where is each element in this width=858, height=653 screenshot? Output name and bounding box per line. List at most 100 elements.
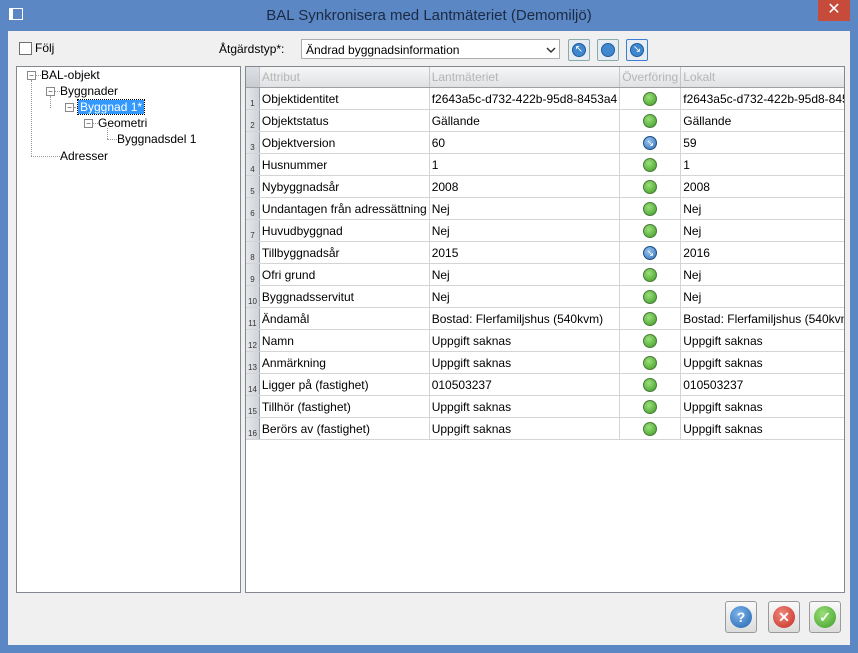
transfer-cell[interactable]: ↘ xyxy=(619,131,682,154)
lantmateriet-cell[interactable]: Uppgift saknas xyxy=(429,395,621,418)
lantmateriet-cell[interactable]: Nej xyxy=(429,285,621,308)
title-bar[interactable]: BAL Synkronisera med Lantmäteriet (Demom… xyxy=(0,0,858,31)
table-row[interactable]: 14 Ligger på (fastighet) 010503237 01050323… xyxy=(246,373,844,396)
lantmateriet-cell[interactable]: Bostad: Flerfamiljshus (540kvm) xyxy=(429,307,621,330)
tree-node-bal-objekt[interactable]: BAL-objekt xyxy=(41,68,100,82)
attribute-cell[interactable]: Husnummer xyxy=(259,153,430,176)
transfer-cell[interactable] xyxy=(619,87,682,110)
green-circle-icon[interactable] xyxy=(643,355,658,370)
table-row[interactable]: 3 Objektversion 60 ↘ 59 xyxy=(246,131,844,154)
lantmateriet-cell[interactable]: Uppgift saknas xyxy=(429,329,621,352)
local-cell[interactable]: Nej xyxy=(680,263,844,286)
row-number[interactable]: 10 xyxy=(246,285,260,308)
row-number[interactable]: 15 xyxy=(246,395,260,418)
lantmateriet-cell[interactable]: 60 xyxy=(429,131,621,154)
column-header-lokalt[interactable]: Lokalt xyxy=(680,67,844,88)
local-cell[interactable]: 1 xyxy=(680,153,844,176)
green-circle-icon[interactable] xyxy=(643,201,658,216)
local-cell[interactable]: Bostad: Flerfamiljshus (540kvm) xyxy=(680,307,844,330)
transfer-cell[interactable] xyxy=(619,285,682,308)
attribute-cell[interactable]: Ligger på (fastighet) xyxy=(259,373,430,396)
attribute-grid[interactable]: Attribut Lantmäteriet Överföring Lokalt … xyxy=(245,66,845,593)
local-cell[interactable]: Nej xyxy=(680,219,844,242)
collapse-icon[interactable]: − xyxy=(65,103,74,112)
tree-node-byggnader[interactable]: Byggnader xyxy=(60,84,118,98)
table-row[interactable]: 5 Nybyggnadsår 2008 2008 xyxy=(246,175,844,198)
tree-node-adresser[interactable]: Adresser xyxy=(60,149,108,163)
column-header-lantmateriet[interactable]: Lantmäteriet xyxy=(429,67,621,88)
collapse-icon[interactable]: − xyxy=(27,71,36,80)
transfer-cell[interactable] xyxy=(619,351,682,374)
table-row[interactable]: 2 Objektstatus Gällande Gällande xyxy=(246,109,844,132)
local-cell[interactable]: Uppgift saknas xyxy=(680,329,844,352)
transfer-cell[interactable] xyxy=(619,307,682,330)
attribute-cell[interactable]: Ofri grund xyxy=(259,263,430,286)
green-circle-icon[interactable] xyxy=(643,157,658,172)
table-row[interactable]: 8 Tillbyggnadsår 2015 ↘ 2016 xyxy=(246,241,844,264)
local-cell[interactable]: 2008 xyxy=(680,175,844,198)
table-row[interactable]: 6 Undantagen från adressättning Nej Nej xyxy=(246,197,844,220)
local-cell[interactable]: 2016 xyxy=(680,241,844,264)
table-row[interactable]: 11 Ändamål Bostad: Flerfamiljshus (540kvm)… xyxy=(246,307,844,330)
row-number[interactable]: 14 xyxy=(246,373,260,396)
green-circle-icon[interactable] xyxy=(643,311,658,326)
attribute-cell[interactable]: Namn xyxy=(259,329,430,352)
column-header-attribut[interactable]: Attribut xyxy=(259,67,430,88)
green-circle-icon[interactable] xyxy=(643,267,658,282)
transfer-cell[interactable] xyxy=(619,373,682,396)
window-close-button[interactable]: ✕ xyxy=(818,0,850,21)
transfer-cell[interactable] xyxy=(619,417,682,440)
local-cell[interactable]: Nej xyxy=(680,197,844,220)
attribute-cell[interactable]: Objektstatus xyxy=(259,109,430,132)
row-number[interactable]: 16 xyxy=(246,417,260,440)
corner-cell[interactable] xyxy=(246,67,260,88)
row-number[interactable]: 12 xyxy=(246,329,260,352)
help-button[interactable]: ? xyxy=(725,601,757,633)
lantmateriet-cell[interactable]: 1 xyxy=(429,153,621,176)
green-circle-icon[interactable] xyxy=(643,91,658,106)
green-circle-icon[interactable] xyxy=(643,113,658,128)
green-circle-icon[interactable] xyxy=(643,179,658,194)
table-row[interactable]: 9 Ofri grund Nej Nej xyxy=(246,263,844,286)
row-number[interactable]: 5 xyxy=(246,175,260,198)
local-cell[interactable]: Gällande xyxy=(680,109,844,132)
lantmateriet-cell[interactable]: Nej xyxy=(429,197,621,220)
local-cell[interactable]: Uppgift saknas xyxy=(680,351,844,374)
transfer-cell[interactable] xyxy=(619,175,682,198)
collapse-icon[interactable]: − xyxy=(84,119,93,128)
lantmateriet-cell[interactable]: Uppgift saknas xyxy=(429,417,621,440)
green-circle-icon[interactable] xyxy=(643,377,658,392)
row-number[interactable]: 3 xyxy=(246,131,260,154)
row-number[interactable]: 7 xyxy=(246,219,260,242)
local-cell[interactable]: Nej xyxy=(680,285,844,308)
green-circle-icon[interactable] xyxy=(643,289,658,304)
local-cell[interactable]: 59 xyxy=(680,131,844,154)
row-number[interactable]: 4 xyxy=(246,153,260,176)
lantmateriet-cell[interactable]: 2008 xyxy=(429,175,621,198)
follow-checkbox[interactable] xyxy=(19,42,32,55)
attribute-cell[interactable]: Nybyggnadsår xyxy=(259,175,430,198)
lantmateriet-cell[interactable]: 010503237 xyxy=(429,373,621,396)
attribute-cell[interactable]: Ändamål xyxy=(259,307,430,330)
action-type-select[interactable]: Ändrad byggnadsinformation xyxy=(301,39,560,59)
object-tree[interactable]: − BAL-objekt − Byggnader − Byggnad 1* − … xyxy=(16,66,241,593)
lantmateriet-cell[interactable]: Gällande xyxy=(429,109,621,132)
row-number[interactable]: 13 xyxy=(246,351,260,374)
attribute-cell[interactable]: Tillbyggnadsår xyxy=(259,241,430,264)
ok-button[interactable]: ✓ xyxy=(809,601,841,633)
attribute-cell[interactable]: Undantagen från adressättning xyxy=(259,197,430,220)
transfer-cell[interactable] xyxy=(619,263,682,286)
tree-node-geometri[interactable]: Geometri xyxy=(98,116,147,130)
arrow-down-right-icon[interactable]: ↘ xyxy=(643,135,658,150)
green-circle-icon[interactable] xyxy=(643,421,658,436)
transfer-cell[interactable] xyxy=(619,153,682,176)
table-row[interactable]: 10 Byggnadsservitut Nej Nej xyxy=(246,285,844,308)
lantmateriet-cell[interactable]: 2015 xyxy=(429,241,621,264)
attribute-cell[interactable]: Berörs av (fastighet) xyxy=(259,417,430,440)
row-number[interactable]: 8 xyxy=(246,241,260,264)
transfer-to-local-button[interactable]: ↘ xyxy=(626,39,648,61)
row-number[interactable]: 2 xyxy=(246,109,260,132)
table-row[interactable]: 15 Tillhör (fastighet) Uppgift saknas Uppgi… xyxy=(246,395,844,418)
lantmateriet-cell[interactable]: Nej xyxy=(429,219,621,242)
transfer-none-button[interactable] xyxy=(597,39,619,61)
